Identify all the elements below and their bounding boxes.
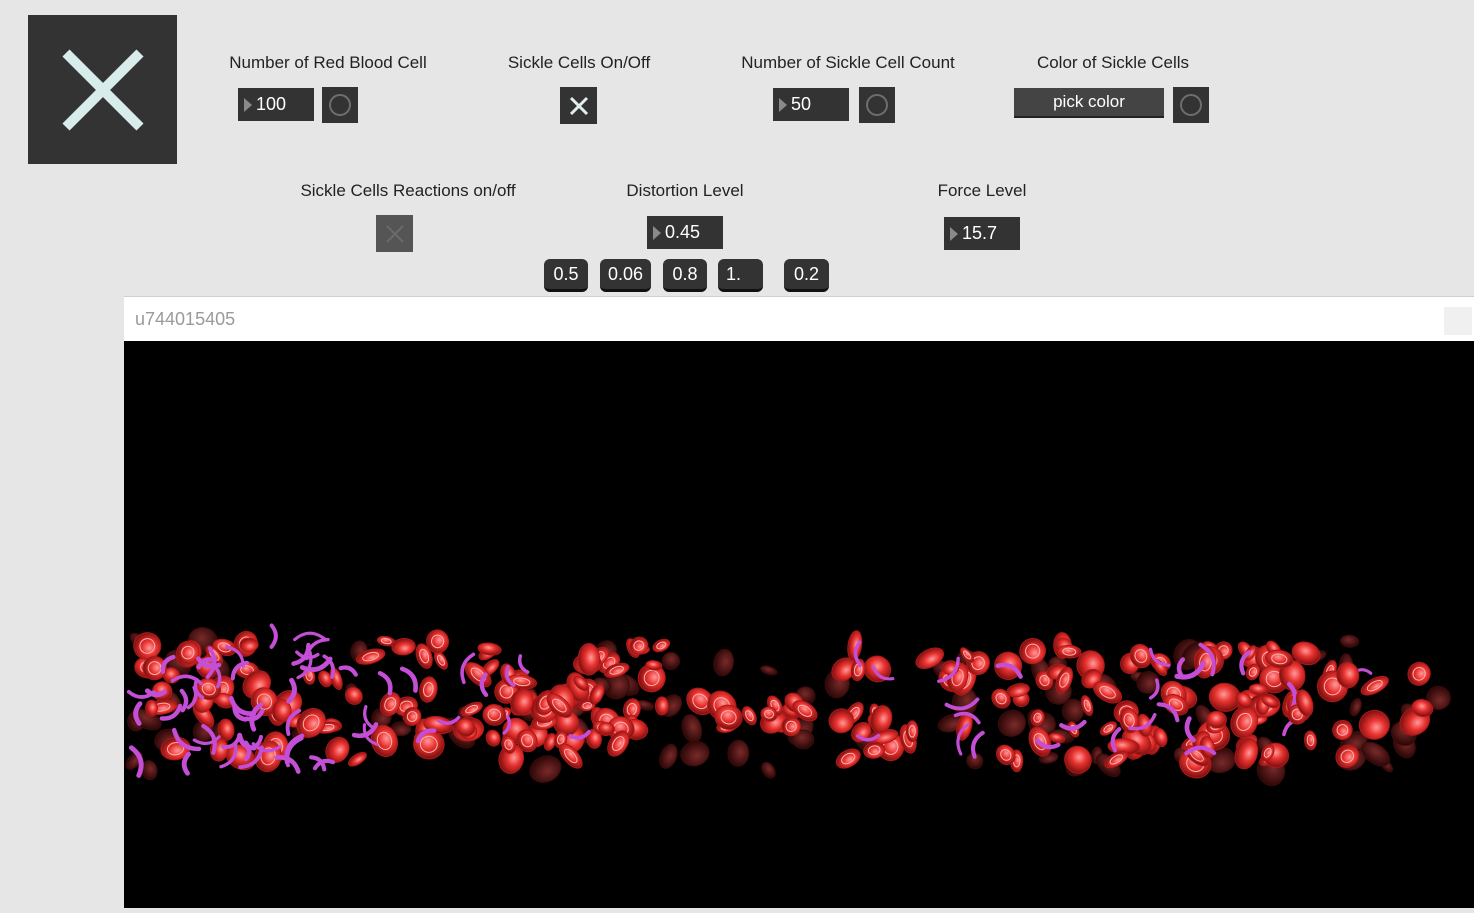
number-arrow-icon [950,226,958,241]
red-blood-cell [1349,697,1362,717]
preset-message-0-2[interactable]: 0.2 [784,259,829,292]
red-blood-cell [997,709,1027,737]
pick-color-button[interactable]: pick color [1014,88,1164,118]
red-blood-cell [1340,634,1360,648]
sickle-cell [377,671,393,696]
sickle-cell [971,730,985,759]
sickle-count-bang-button[interactable] [859,87,895,123]
render-window-title: u744015405 [135,308,236,329]
check-x-icon [569,96,588,115]
sickle-color-bang-button[interactable] [1173,87,1209,123]
red-blood-cell [742,706,757,726]
distortion-label: Distortion Level [626,181,744,200]
red-blood-cell [1407,661,1431,686]
red-blood-cell [529,755,562,783]
red-blood-cell [760,665,778,676]
sickle-cell [181,751,191,776]
blood-cells-render [125,623,1451,787]
preset-message-0-8[interactable]: 0.8 [663,259,707,292]
sickle-color-label: Color of Sickle Cells [1036,53,1190,72]
red-blood-cell [1360,675,1389,696]
force-label: Force Level [937,181,1027,200]
bang-circle-icon [1180,94,1202,116]
red-blood-cell [713,648,735,677]
red-blood-cell-label: Number of Red Blood Cell [229,53,427,72]
red-blood-cell [905,720,919,743]
unchecked-x-icon [385,224,404,243]
red-blood-cell [1304,730,1317,751]
preset-message-0-5[interactable]: 0.5 [544,259,588,292]
sickle-cell [399,666,418,693]
red-blood-cell [761,761,776,779]
sickle-cell [338,665,358,677]
bang-circle-icon [329,94,351,116]
preset-message-0-06[interactable]: 0.06 [600,259,651,292]
force-value: 15.7 [962,223,998,243]
sickle-cell [293,631,327,642]
window-close-button[interactable] [1444,307,1472,335]
sickle-on-off-toggle[interactable] [560,87,597,124]
red-blood-cell-bang-button[interactable] [322,87,358,123]
number-arrow-icon [653,225,661,240]
preset-message-1[interactable]: 1. [718,259,763,292]
red-blood-cell [659,743,678,769]
red-blood-cell [680,740,710,767]
sickle-cell [179,688,189,713]
render-window: u744015405 [124,296,1474,908]
sickle-on-off-label: Sickle Cells On/Off [507,53,651,72]
red-blood-cell [577,642,601,676]
red-blood-cell [145,699,158,717]
sickle-count-number-box[interactable]: 50 [773,88,849,121]
red-blood-cell [345,686,363,705]
red-blood-cell [835,748,861,769]
close-x-icon [61,48,144,131]
red-blood-cell [654,696,669,716]
red-blood-cell [727,739,750,767]
sickle-cell [1184,716,1196,743]
distortion-value: 0.45 [665,222,701,242]
render-window-titlebar: u744015405 [124,297,1474,341]
number-arrow-icon [779,97,787,112]
red-blood-cell-value: 100 [256,94,287,114]
red-blood-cell [419,676,438,703]
sickle-cell [299,656,333,672]
sickle-cell [269,623,278,649]
main-toggle[interactable] [28,15,177,164]
red-blood-cell [1064,745,1092,774]
distortion-number-box[interactable]: 0.45 [647,216,723,249]
red-blood-cell [347,751,367,767]
sickle-count-label: Number of Sickle Cell Count [741,53,955,72]
red-blood-cell [652,638,671,653]
number-arrow-icon [244,97,252,112]
force-number-box[interactable]: 15.7 [944,217,1020,250]
red-blood-cell-number-box[interactable]: 100 [238,88,314,121]
sickle-count-value: 50 [791,94,812,114]
red-blood-cell [681,714,703,744]
simulation-canvas [124,341,1474,908]
red-blood-cell [485,729,501,747]
red-blood-cell [482,704,507,726]
reactions-label: Sickle Cells Reactions on/off [300,181,516,200]
bang-circle-icon [866,94,888,116]
reactions-toggle[interactable] [376,215,413,252]
